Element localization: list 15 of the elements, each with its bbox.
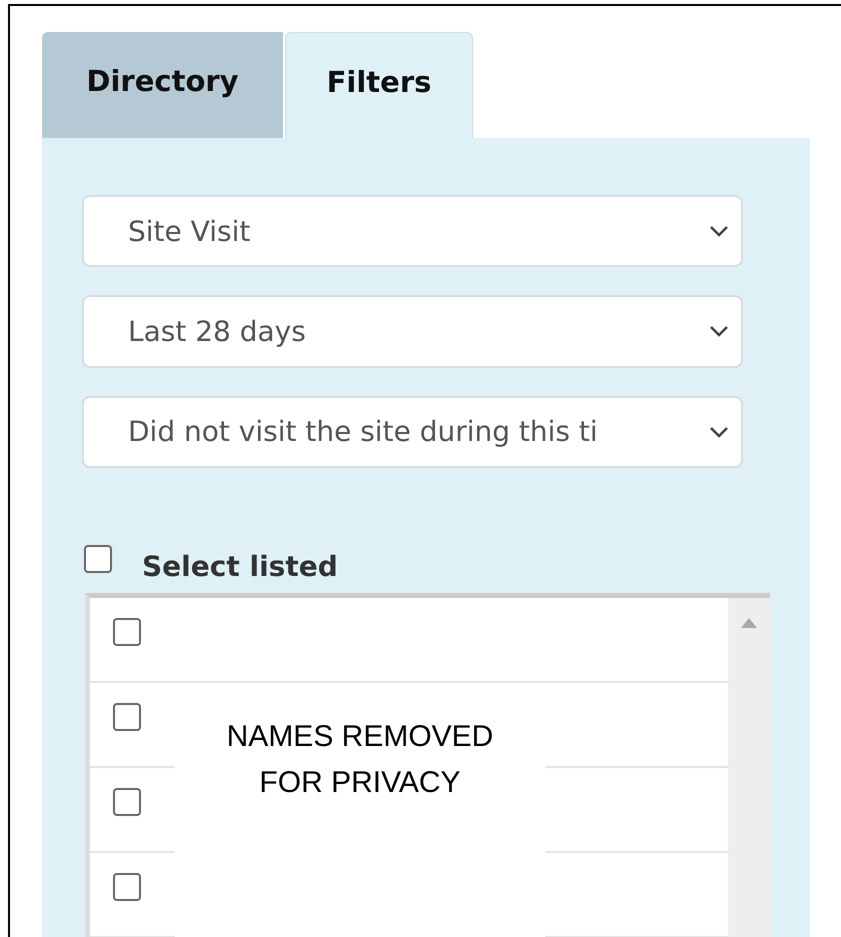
- checkbox[interactable]: [113, 788, 141, 816]
- scrollbar[interactable]: [728, 598, 770, 937]
- chevron-down-icon: [709, 225, 729, 238]
- checkbox-label: Select listed: [142, 550, 338, 583]
- dropdown[interactable]: Site Visit: [82, 195, 743, 268]
- checkbox[interactable]: [84, 545, 112, 574]
- dropdown[interactable]: Last 28 days: [82, 295, 743, 368]
- dropdown[interactable]: Did not visit the site during this ti: [82, 396, 743, 468]
- checkbox[interactable]: [113, 702, 141, 731]
- tab[interactable]: Filters: [285, 32, 473, 138]
- chevron-down-icon: [709, 426, 729, 438]
- checkbox[interactable]: [113, 618, 141, 646]
- tab[interactable]: Directory: [42, 32, 283, 138]
- chevron-down-icon: [709, 325, 729, 338]
- checkbox[interactable]: [113, 872, 141, 901]
